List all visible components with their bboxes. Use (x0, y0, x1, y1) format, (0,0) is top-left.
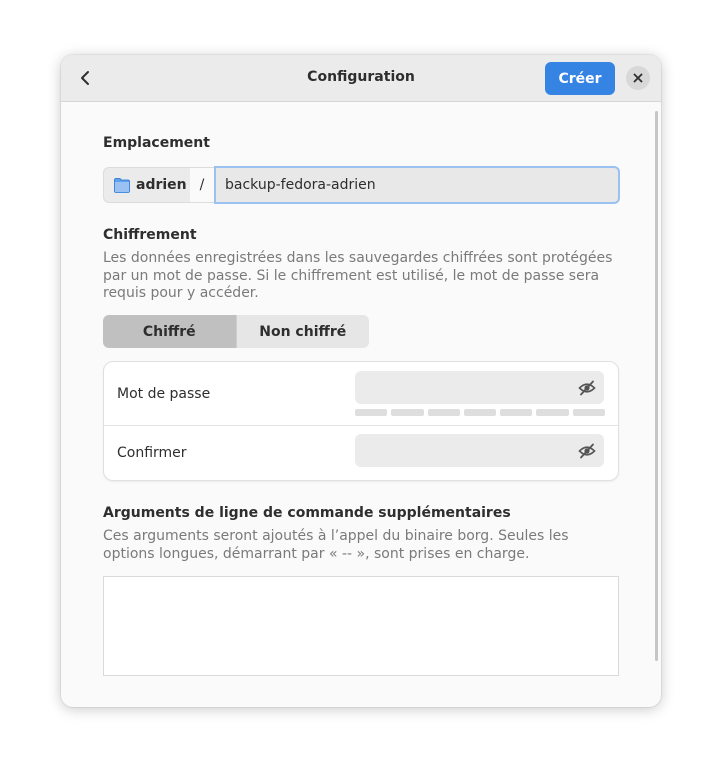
encryption-description: Les données enregistrées dans les sauveg… (103, 250, 613, 301)
folder-icon (114, 177, 130, 193)
confirm-row: Confirmer (104, 426, 618, 480)
folder-label: adrien (136, 177, 187, 193)
strength-segment (463, 409, 497, 416)
password-row: Mot de passe (104, 362, 618, 426)
strength-segment (536, 409, 569, 416)
folder-chooser-button[interactable]: adrien (103, 167, 190, 203)
eye-hidden-icon[interactable] (578, 442, 596, 460)
unencrypted-toggle[interactable]: Non chiffré (235, 315, 369, 348)
confirm-password-input[interactable] (355, 434, 604, 467)
create-button[interactable]: Créer (545, 62, 615, 95)
strength-segment (500, 409, 533, 416)
arguments-textarea[interactable] (103, 576, 619, 676)
arguments-title: Arguments de ligne de commande supplémen… (103, 505, 511, 521)
repository-name-value: backup-fedora-adrien (225, 177, 376, 193)
eye-hidden-icon[interactable] (578, 379, 596, 397)
password-label: Mot de passe (117, 386, 211, 402)
strength-segment (572, 409, 605, 416)
location-title: Emplacement (103, 135, 210, 151)
encryption-toggle-group: Chiffré Non chiffré (103, 315, 369, 348)
path-separator: / (190, 167, 214, 203)
confirm-label: Confirmer (117, 445, 187, 461)
repository-name-input[interactable]: backup-fedora-adrien (214, 166, 620, 204)
strength-segment (391, 409, 424, 416)
strength-segment (427, 409, 460, 416)
strength-segment (355, 409, 388, 416)
close-button[interactable] (626, 66, 650, 90)
scrollbar[interactable] (655, 111, 658, 661)
encryption-title: Chiffrement (103, 227, 197, 243)
password-input[interactable] (355, 371, 604, 404)
close-icon (633, 73, 643, 83)
password-card: Mot de passe Confirmer (103, 361, 619, 481)
header-bar: Configuration Créer (61, 55, 661, 102)
arguments-description: Ces arguments seront ajoutés à l’appel d… (103, 528, 569, 562)
location-row: adrien / backup-fedora-adrien (103, 166, 620, 204)
encrypted-toggle[interactable]: Chiffré (103, 315, 236, 348)
password-strength-bar (355, 409, 605, 416)
dialog-window: Configuration Créer Emplacement adrien /… (61, 55, 661, 707)
